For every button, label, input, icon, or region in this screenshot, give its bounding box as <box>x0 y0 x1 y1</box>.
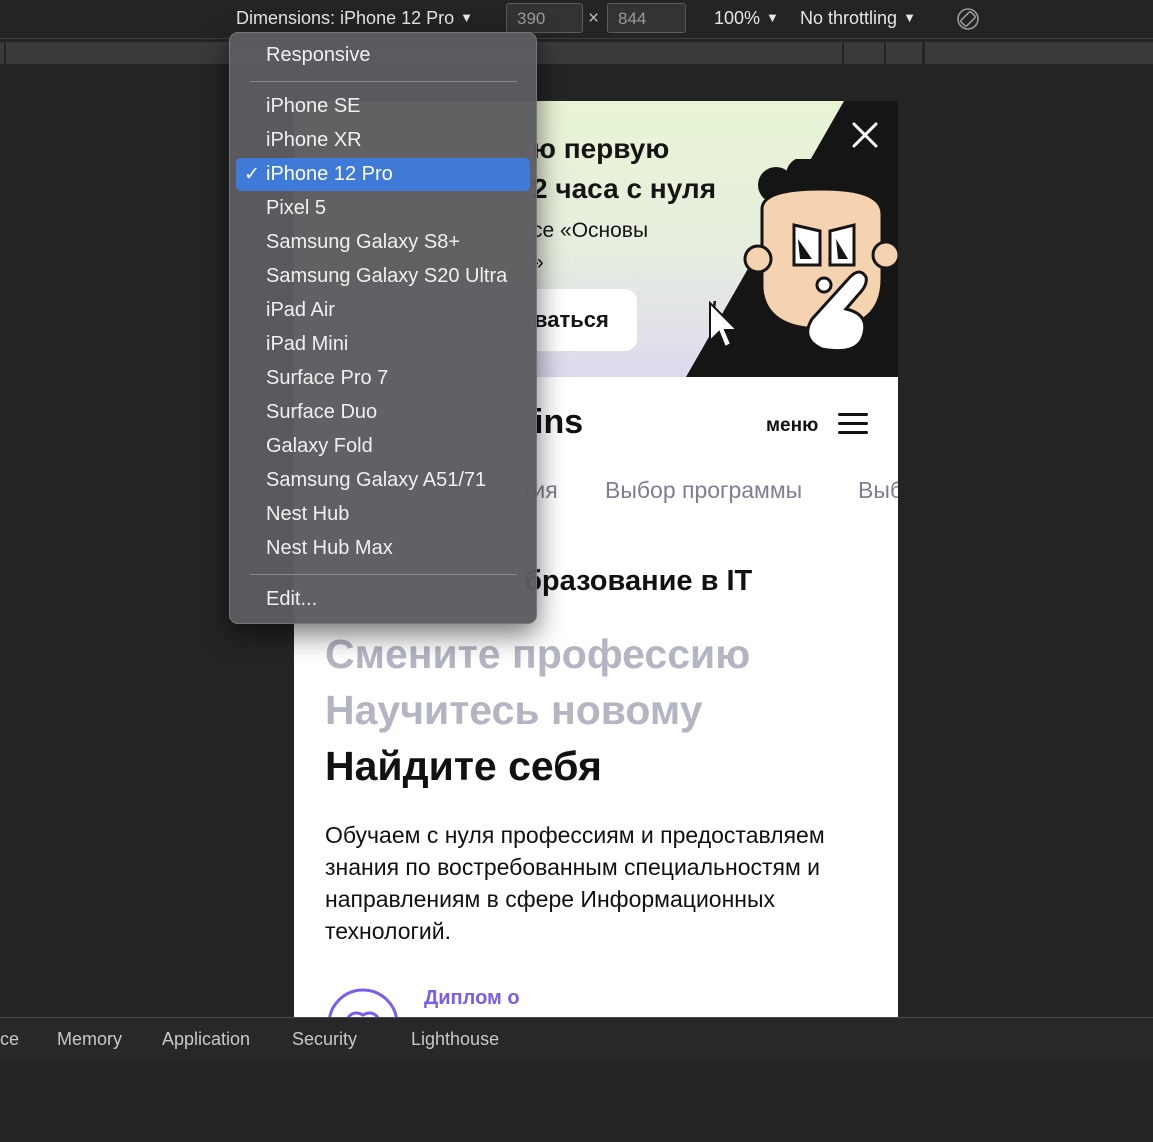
tab-performance[interactable]: ce <box>0 1029 19 1050</box>
media-query-segment[interactable] <box>925 42 1153 64</box>
checkmark-icon: ✓ <box>244 164 260 185</box>
media-query-segment[interactable] <box>886 42 923 64</box>
device-option-label: Nest Hub Max <box>266 537 393 559</box>
device-option-label: Samsung Galaxy S20 Ultra <box>266 265 508 287</box>
media-query-segment[interactable] <box>844 42 885 64</box>
throttling-label: No throttling <box>800 8 898 28</box>
device-toolbar: Dimensions: iPhone 12 Pro ▼ 390 × 844 100… <box>0 0 1153 39</box>
banner-subtitle-line1: се «Основы <box>532 219 649 242</box>
chevron-down-icon: ▼ <box>766 10 779 25</box>
tab-memory[interactable]: Memory <box>57 1029 122 1050</box>
tab-lighthouse[interactable]: Lighthouse <box>411 1029 499 1050</box>
device-option-label: iPad Mini <box>266 333 349 355</box>
section-eyebrow: бразование в IT <box>524 565 753 597</box>
device-option-label: Pixel 5 <box>266 197 327 219</box>
device-option-label: iPhone 12 Pro <box>266 163 393 185</box>
media-query-bar <box>0 39 1153 67</box>
device-option[interactable]: Responsive <box>236 39 530 72</box>
device-option[interactable]: iPad Air <box>236 294 530 327</box>
device-option[interactable]: Nest Hub Max <box>236 532 530 565</box>
mascot-illustration <box>743 159 898 353</box>
hero-description: Обучаем с нуля профессиям и предоставляе… <box>325 822 825 944</box>
device-option-label: Edit... <box>266 588 318 610</box>
zoom-label: 100% <box>714 8 761 28</box>
nav-tab[interactable]: Выбор программы <box>605 477 802 504</box>
times-separator: × <box>588 8 600 29</box>
devtools-panel-tabs: ce Memory Application Security Lighthous… <box>0 1017 1153 1061</box>
device-option-label: Surface Pro 7 <box>266 367 389 389</box>
device-option[interactable]: Samsung Galaxy S8+ <box>236 226 530 259</box>
chevron-down-icon: ▼ <box>903 10 916 25</box>
devtools-panel-body <box>0 1060 1153 1142</box>
device-option[interactable]: Samsung Galaxy S20 Ultra <box>236 260 530 293</box>
zoom-dropdown[interactable]: 100% ▼ <box>714 8 779 29</box>
hero-line: Смените профессию <box>325 631 751 677</box>
device-option[interactable]: Edit... <box>236 583 530 616</box>
tab-security[interactable]: Security <box>292 1029 357 1050</box>
banner-title-line1: ю первую <box>532 133 670 164</box>
device-option-label: iPhone SE <box>266 95 361 117</box>
menu-button-label[interactable]: меню <box>766 415 818 437</box>
device-option-label: Surface Duo <box>266 401 378 423</box>
device-option[interactable]: Pixel 5 <box>236 192 530 225</box>
dimensions-dropdown[interactable]: Dimensions: iPhone 12 Pro ▼ <box>236 8 473 29</box>
device-option[interactable]: Surface Pro 7 <box>236 362 530 395</box>
menu-separator <box>250 574 517 575</box>
hero-line: Найдите себя <box>325 743 602 789</box>
banner-title-line2: 2 часа с нуля <box>532 173 717 204</box>
device-option-label: iPhone XR <box>266 129 362 151</box>
device-option-label: Samsung Galaxy A51/71 <box>266 469 487 491</box>
height-input[interactable]: 844 <box>607 3 686 33</box>
width-input[interactable]: 390 <box>506 3 583 33</box>
throttling-dropdown[interactable]: No throttling ▼ <box>800 8 916 29</box>
menu-separator <box>250 81 517 82</box>
nav-tab[interactable]: Выб <box>858 477 898 504</box>
device-option[interactable]: ✓ iPhone 12 Pro <box>236 158 530 191</box>
device-option[interactable]: Nest Hub <box>236 498 530 531</box>
device-option-label: Galaxy Fold <box>266 435 373 457</box>
device-option[interactable]: iPad Mini <box>236 328 530 361</box>
device-option[interactable]: Surface Duo <box>236 396 530 429</box>
rotate-icon[interactable] <box>955 6 981 32</box>
media-query-segment[interactable] <box>0 42 5 64</box>
chevron-down-icon: ▼ <box>460 10 473 25</box>
device-dropdown-menu: Responsive iPhone SE iPhone XR ✓ iPhone 12 P… <box>229 32 537 624</box>
dimensions-label: Dimensions: iPhone 12 Pro <box>236 8 455 28</box>
device-option[interactable]: iPhone SE <box>236 90 530 123</box>
hero-line: Научитесь новому <box>325 687 703 733</box>
device-option-label: Nest Hub <box>266 503 350 525</box>
device-option-label: Responsive <box>266 44 371 66</box>
device-option[interactable]: iPhone XR <box>236 124 530 157</box>
device-option-label: iPad Air <box>266 299 335 321</box>
hamburger-icon[interactable] <box>838 413 868 435</box>
diploma-link[interactable]: Диплом о <box>424 987 520 1010</box>
device-option[interactable]: Galaxy Fold <box>236 430 530 463</box>
site-logo[interactable]: ins <box>534 403 583 442</box>
tab-application[interactable]: Application <box>162 1029 250 1050</box>
close-icon[interactable] <box>849 119 881 151</box>
device-option-label: Samsung Galaxy S8+ <box>266 231 460 253</box>
device-option[interactable]: Samsung Galaxy A51/71 <box>236 464 530 497</box>
emblem-icon <box>328 988 398 1017</box>
